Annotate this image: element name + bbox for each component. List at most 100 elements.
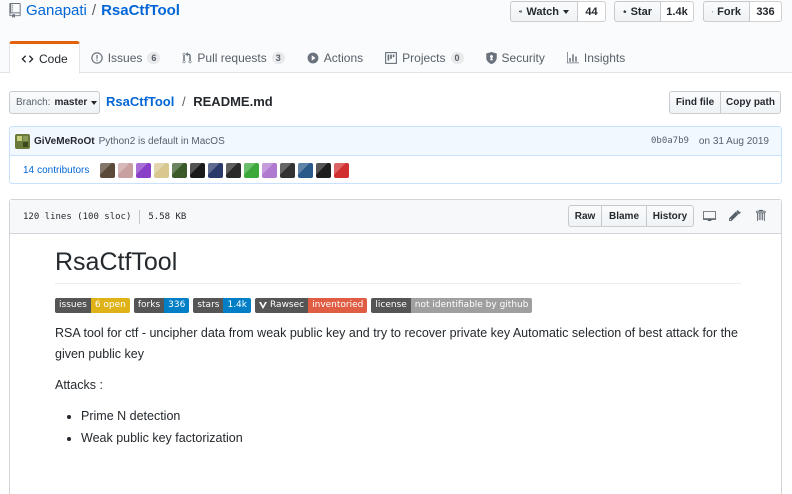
- breadcrumb-repo-link[interactable]: RsaCtfTool: [106, 94, 174, 109]
- contributor-avatar[interactable]: [244, 162, 260, 178]
- star-button[interactable]: Star: [614, 1, 661, 22]
- contributors-bar: 14 contributors: [10, 156, 781, 183]
- branch-label: Branch:: [16, 97, 51, 108]
- contributor-avatar[interactable]: [100, 162, 116, 178]
- contributor-avatar[interactable]: [136, 162, 152, 178]
- fork-icon: [712, 10, 714, 13]
- watch-button[interactable]: Watch: [510, 1, 578, 22]
- badge-forks[interactable]: forks 336: [133, 298, 190, 313]
- project-icon: [385, 51, 398, 64]
- contributor-avatar[interactable]: [262, 162, 278, 178]
- commit-author[interactable]: GiVeMeRoOt: [34, 136, 95, 147]
- tab-label: Actions: [323, 50, 364, 65]
- tab-label: Code: [39, 51, 68, 66]
- tab-label: Insights: [583, 50, 626, 65]
- file-info: 120 lines (100 sloc) 5.58 KB: [23, 209, 187, 224]
- contributor-avatar[interactable]: [172, 162, 188, 178]
- watch-count[interactable]: 44: [578, 1, 606, 22]
- badge-rawsec[interactable]: Rawsec inventoried: [255, 298, 368, 313]
- commit-tease: GiVeMeRoOt Python2 is default in MacOS 0…: [9, 126, 782, 184]
- tab-insights[interactable]: Insights: [556, 41, 636, 74]
- trash-icon[interactable]: [755, 209, 766, 221]
- file-lines: 120 lines (100 sloc): [23, 211, 132, 222]
- badge-label: stars: [193, 298, 224, 313]
- tab-projects[interactable]: Projects 0: [374, 41, 474, 74]
- file-box: 120 lines (100 sloc) 5.58 KB Raw Blame H…: [9, 199, 782, 494]
- badge-value: 6 open: [90, 298, 130, 313]
- avatar[interactable]: [15, 133, 30, 149]
- copy-path-button[interactable]: Copy path: [721, 91, 781, 114]
- badge-stars[interactable]: stars 1.4k: [193, 298, 251, 313]
- badge-issues[interactable]: issues 6 open: [55, 298, 130, 313]
- badge-value: 336: [164, 298, 190, 313]
- badge-row: issues 6 open forks 336 stars 1.4k Rawsec in…: [55, 298, 741, 313]
- fork-label: Fork: [717, 5, 741, 18]
- fork-button[interactable]: Fork: [703, 1, 750, 22]
- history-button[interactable]: History: [647, 205, 694, 227]
- branch-value: master: [54, 97, 88, 108]
- contributor-avatar[interactable]: [154, 162, 170, 178]
- shield-icon: [485, 51, 497, 64]
- tab-label: Projects: [402, 50, 446, 65]
- desktop-icon[interactable]: [703, 209, 716, 221]
- contributor-avatar[interactable]: [208, 162, 224, 178]
- star-label: Star: [630, 5, 652, 18]
- contributors-count: 14: [23, 164, 35, 176]
- badge-label: license: [371, 298, 411, 313]
- contributor-avatars: [100, 162, 350, 178]
- code-icon: [21, 54, 34, 63]
- contributor-avatar[interactable]: [316, 162, 332, 178]
- tab-label: Security: [501, 50, 545, 65]
- tab-counter: 6: [147, 51, 161, 64]
- badge-label-text: Rawsec: [270, 300, 305, 310]
- tab-code[interactable]: Code: [9, 41, 80, 74]
- repo-owner-link[interactable]: Ganapati: [26, 2, 87, 19]
- badge-label: forks: [133, 298, 165, 313]
- contributor-avatar[interactable]: [118, 162, 134, 178]
- contributor-avatar[interactable]: [190, 162, 206, 178]
- list-item: Weak public key factorization: [81, 427, 741, 449]
- tab-issues[interactable]: Issues 6: [80, 41, 172, 74]
- commit-message[interactable]: Python2 is default in MacOS: [99, 136, 225, 147]
- title-separator: /: [91, 2, 97, 19]
- raw-button[interactable]: Raw: [568, 205, 602, 227]
- tab-counter: 3: [271, 51, 285, 64]
- tab-security[interactable]: Security: [475, 41, 556, 74]
- file-size: 5.58 KB: [148, 211, 187, 222]
- rawsec-logo-icon: [259, 302, 267, 309]
- badge-license[interactable]: license not identifiable by github: [371, 298, 533, 313]
- contributor-avatar[interactable]: [226, 162, 242, 178]
- tab-pull-requests[interactable]: Pull requests 3: [171, 41, 295, 74]
- breadcrumb: RsaCtfTool / README.md: [106, 94, 273, 109]
- attacks-heading: Attacks :: [55, 378, 103, 392]
- breadcrumb-separator: /: [182, 94, 186, 109]
- badge-value: inventoried: [308, 298, 368, 313]
- readme-description: RSA tool for ctf - uncipher data from we…: [55, 326, 738, 361]
- branch-selector[interactable]: Branch: master: [9, 91, 100, 114]
- graph-icon: [566, 51, 579, 63]
- contributor-avatar[interactable]: [334, 162, 350, 178]
- contributor-avatar[interactable]: [298, 162, 314, 178]
- file-actions: Raw Blame History: [568, 205, 694, 227]
- commit-date: on 31 Aug 2019: [698, 135, 769, 147]
- badge-label-with-logo: Rawsec: [255, 298, 309, 313]
- repo-name-link[interactable]: RsaCtfTool: [101, 2, 180, 19]
- repo-nav-tabs: Code Issues 6 Pull requests 3 Actions Pr…: [9, 41, 636, 74]
- readme-body: RsaCtfTool issues 6 open forks 336 stars 1.…: [55, 247, 741, 449]
- fork-count[interactable]: 336: [750, 1, 782, 22]
- contributor-avatar[interactable]: [280, 162, 296, 178]
- find-file-button[interactable]: Find file: [669, 91, 721, 114]
- latest-commit: GiVeMeRoOt Python2 is default in MacOS 0…: [10, 127, 781, 156]
- contributors-link[interactable]: 14 contributors: [23, 165, 89, 176]
- fork-group: Fork 336: [703, 1, 782, 22]
- divider: [139, 209, 141, 224]
- tab-counter: 0: [450, 51, 464, 64]
- tab-actions[interactable]: Actions: [296, 41, 374, 74]
- star-count[interactable]: 1.4k: [661, 1, 694, 22]
- blame-button[interactable]: Blame: [602, 205, 647, 227]
- commit-sha[interactable]: 0b0a7b9: [651, 136, 689, 146]
- repo-icon: [9, 3, 21, 18]
- pencil-icon[interactable]: [729, 209, 741, 221]
- tab-label: Issues: [107, 50, 143, 65]
- file-navigation-buttons: Find file Copy path: [669, 91, 781, 114]
